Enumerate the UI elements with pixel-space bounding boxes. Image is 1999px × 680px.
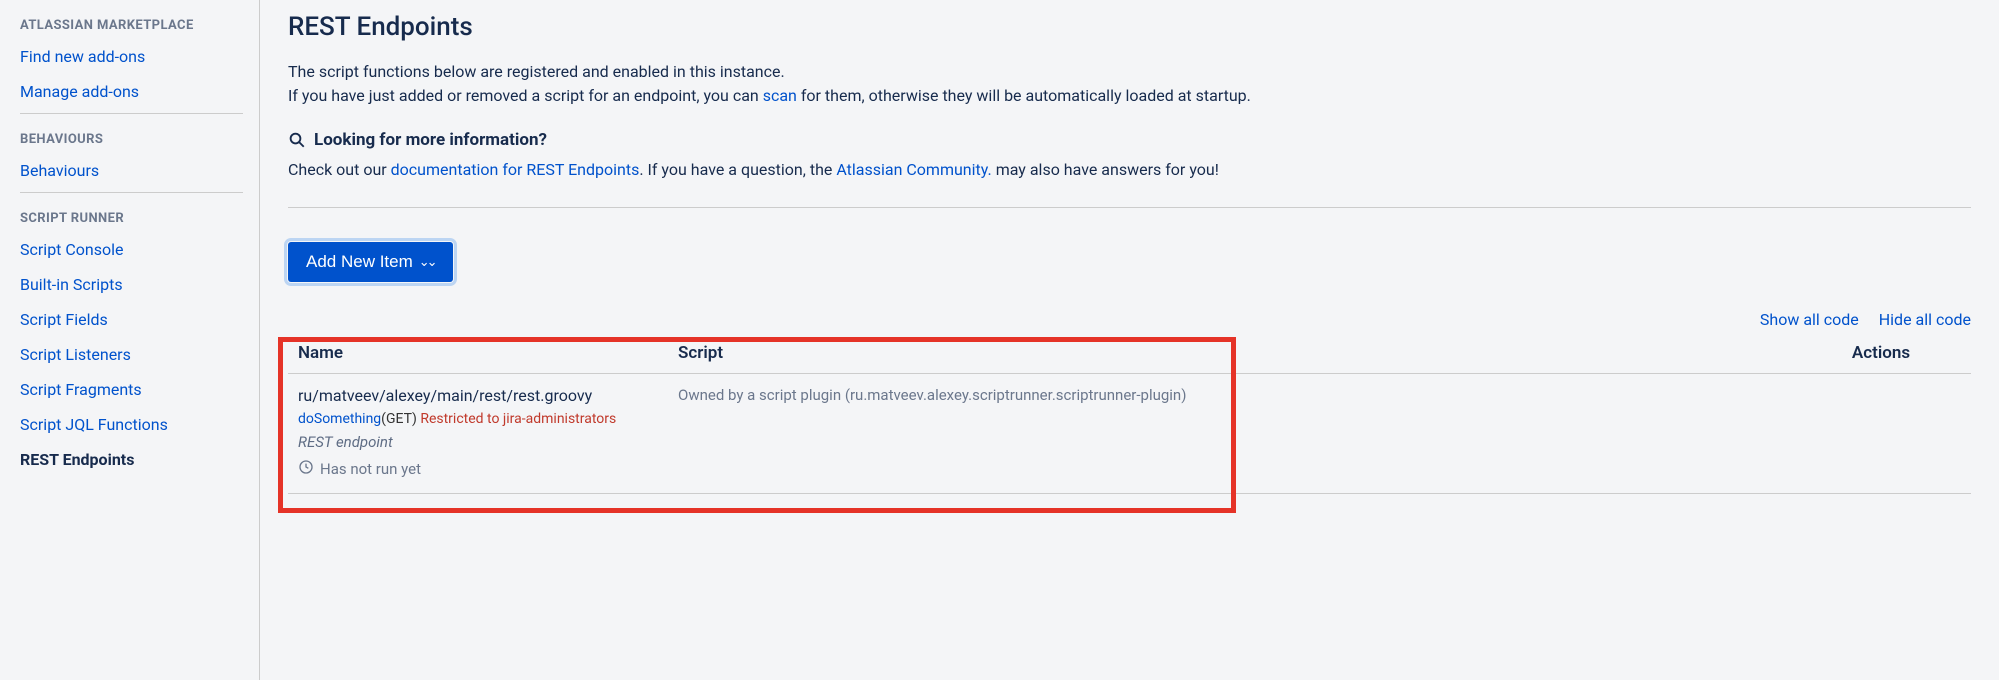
add-new-item-button[interactable]: Add New Item ⌄⌄: [288, 242, 453, 282]
sidebar-heading-behaviours: BEHAVIOURS: [20, 122, 243, 153]
cell-script: Owned by a script plugin (ru.matveev.ale…: [668, 374, 1791, 494]
sidebar-item-script-jql-functions[interactable]: Script JQL Functions: [20, 407, 243, 442]
intro-line-1: The script functions below are registere…: [288, 60, 1971, 84]
status-text: Has not run yet: [320, 460, 421, 478]
sidebar-heading-scriptrunner: SCRIPT RUNNER: [20, 201, 243, 232]
sidebar-section-scriptrunner: SCRIPT RUNNER Script Console Built-in Sc…: [20, 192, 243, 481]
double-chevron-down-icon: ⌄⌄: [419, 255, 435, 268]
info-heading: Looking for more information?: [288, 130, 1971, 150]
cell-name: ru/matveev/alexey/main/rest/rest.groovy …: [288, 374, 668, 494]
endpoint-fn-link[interactable]: doSomething: [298, 411, 381, 427]
endpoint-status: Has not run yet: [298, 459, 658, 479]
sidebar-item-script-fields[interactable]: Script Fields: [20, 302, 243, 337]
cell-actions: [1791, 374, 1971, 494]
col-name: Name: [288, 335, 668, 374]
show-all-code-link[interactable]: Show all code: [1760, 310, 1859, 329]
endpoint-type: REST endpoint: [298, 433, 658, 451]
endpoints-table-wrap: Name Script Actions ru/matveev/alexey/ma…: [288, 335, 1971, 494]
sidebar-item-script-listeners[interactable]: Script Listeners: [20, 337, 243, 372]
clock-icon: [298, 459, 314, 479]
sidebar-item-builtin-scripts[interactable]: Built-in Scripts: [20, 267, 243, 302]
scan-link[interactable]: scan: [763, 86, 797, 105]
sidebar-item-behaviours[interactable]: Behaviours: [20, 153, 243, 188]
docs-link[interactable]: documentation for REST Endpoints: [391, 160, 640, 179]
sidebar-section-marketplace: ATLASSIAN MARKETPLACE Find new add-ons M…: [20, 0, 243, 113]
divider: [288, 207, 1971, 208]
col-script: Script: [668, 335, 1791, 374]
hide-all-code-link[interactable]: Hide all code: [1879, 310, 1971, 329]
code-toggle-links: Show all code Hide all code: [288, 310, 1971, 329]
sidebar-item-script-fragments[interactable]: Script Fragments: [20, 372, 243, 407]
sidebar-item-find-new-addons[interactable]: Find new add-ons: [20, 39, 243, 74]
info-heading-text: Looking for more information?: [314, 130, 547, 150]
endpoints-table: Name Script Actions ru/matveev/alexey/ma…: [288, 335, 1971, 494]
restricted-label: Restricted to jira-administrators: [420, 411, 616, 427]
main-content: REST Endpoints The script functions belo…: [260, 0, 1999, 680]
sidebar-item-script-console[interactable]: Script Console: [20, 232, 243, 267]
intro-line-2: If you have just added or removed a scri…: [288, 84, 1971, 108]
intro-text: The script functions below are registere…: [288, 60, 1971, 108]
info-text: Check out our documentation for REST End…: [288, 160, 1971, 179]
endpoint-method: doSomething(GET) Restricted to jira-admi…: [298, 411, 658, 427]
sidebar-section-behaviours: BEHAVIOURS Behaviours: [20, 113, 243, 192]
sidebar-item-manage-addons[interactable]: Manage add-ons: [20, 74, 243, 109]
page-title: REST Endpoints: [288, 12, 1971, 42]
col-actions: Actions: [1791, 335, 1971, 374]
community-link[interactable]: Atlassian Community.: [836, 160, 991, 179]
sidebar-item-rest-endpoints[interactable]: REST Endpoints: [20, 442, 243, 477]
table-row: ru/matveev/alexey/main/rest/rest.groovy …: [288, 374, 1971, 494]
sidebar-heading-marketplace: ATLASSIAN MARKETPLACE: [20, 8, 243, 39]
endpoint-path: ru/matveev/alexey/main/rest/rest.groovy: [298, 386, 658, 405]
add-button-label: Add New Item: [306, 252, 413, 272]
sidebar: ATLASSIAN MARKETPLACE Find new add-ons M…: [0, 0, 260, 680]
search-icon: [288, 131, 306, 149]
